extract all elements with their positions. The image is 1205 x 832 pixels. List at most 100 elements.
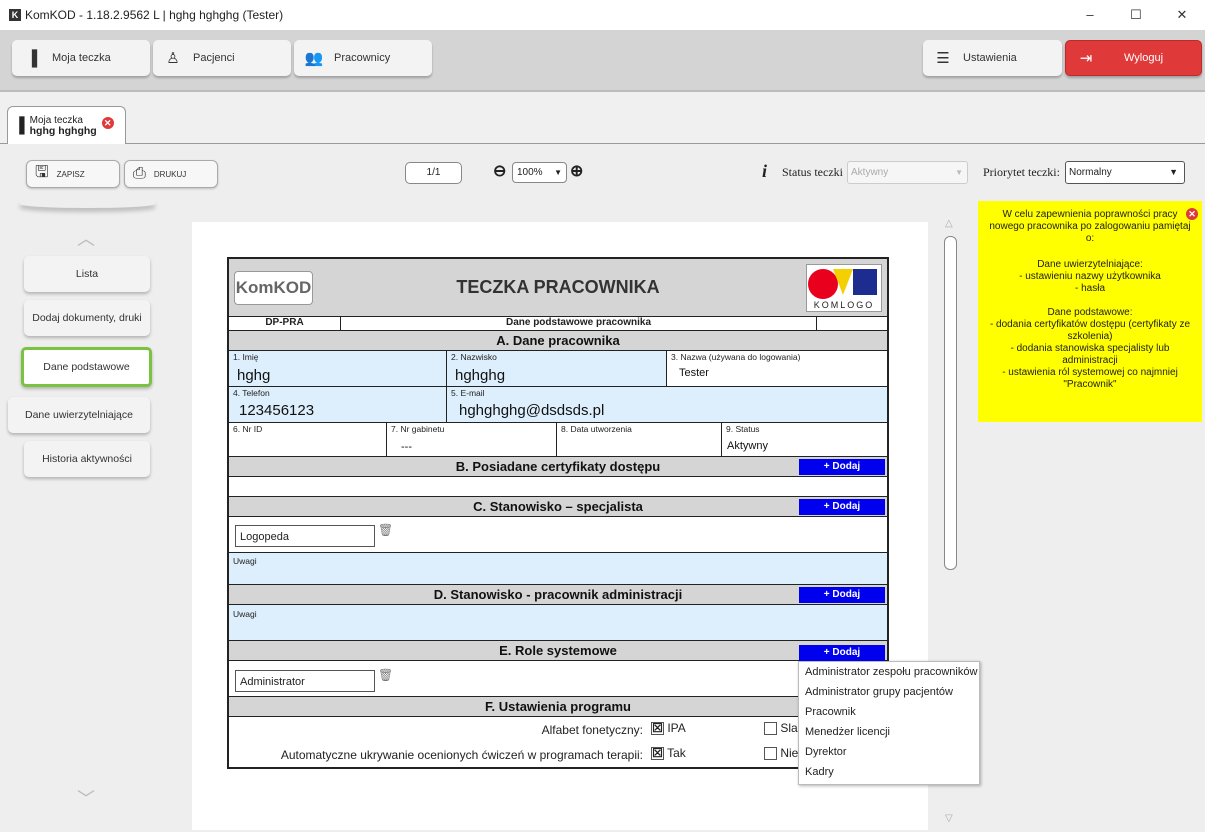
specialist-input[interactable]: Logopeda [235, 525, 375, 547]
info-note: ✕ W celu zapewnienia poprawności pracy n… [978, 201, 1202, 422]
info-text: Dane uwierzytelniające: [1037, 259, 1143, 270]
checked-box-icon: ☒ [651, 746, 664, 761]
dropdown-item[interactable]: Administrator grupy pacjentów [799, 682, 979, 702]
priority-value: Normalny [1069, 167, 1112, 178]
sidebar-item-dodaj-dokumenty[interactable]: Dodaj dokumenty, druki [24, 300, 150, 336]
save-button[interactable]: 🖫 ZAPISZ [26, 160, 120, 188]
komlogo-text: KOMLOGO [814, 300, 875, 310]
dropdown-item[interactable]: Kadry [799, 762, 979, 782]
info-text: - dodania certyfikatów dostępu (certyfik… [989, 319, 1191, 342]
form-code: DP-PRA [229, 317, 341, 330]
last-name-field[interactable]: 2. Nazwisko hghghg [447, 351, 667, 386]
chevron-down-icon: ▼ [554, 168, 562, 177]
alphabet-sla-option[interactable]: Sla [764, 721, 798, 736]
field-label: 5. E-mail [451, 388, 485, 398]
save-icon: 🖫 [35, 163, 49, 181]
add-certificate-button[interactable]: + Dodaj [799, 459, 885, 475]
field-value: hghg [237, 367, 271, 384]
print-button[interactable]: ⎙ DRUKUJ [124, 160, 218, 188]
sidebar-item-dane-podstawowe[interactable]: Dane podstawowe [21, 347, 152, 387]
add-admin-position-button[interactable]: + Dodaj [799, 587, 885, 603]
sidebar-item-historia-aktywnosci[interactable]: Historia aktywności [24, 441, 150, 477]
add-role-button[interactable]: + Dodaj [799, 645, 885, 661]
section-a-header: A. Dane pracownika [229, 331, 887, 351]
section-title: B. Posiadane certyfikaty dostępu [455, 459, 661, 474]
auto-hide-tak-option[interactable]: ☒ Tak [651, 746, 686, 761]
section-title: F. Ustawienia programu [485, 699, 631, 714]
unchecked-box-icon [764, 747, 777, 761]
field-label: Uwagi [233, 609, 257, 619]
info-text: - ustawieniu nazwy użytkownika [1019, 271, 1161, 282]
zoom-select[interactable]: 100% ▼ [512, 162, 567, 183]
field-value: hghghghg@dsdsds.pl [459, 402, 605, 419]
trash-icon[interactable]: 🗑 [378, 668, 393, 682]
scroll-down-arrow-icon[interactable]: ▽ [945, 813, 953, 824]
dropdown-item[interactable]: Dyrektor [799, 742, 979, 762]
trash-icon[interactable]: 🗑 [378, 523, 393, 537]
form-row-contact: 4. Telefon 123456123 5. E-mail hghghghg@ds… [229, 387, 887, 423]
scroll-down-icon[interactable]: ﹀ [77, 785, 95, 811]
app-icon: K [9, 9, 21, 21]
zoom-in-icon[interactable]: ⊕ [570, 161, 583, 181]
nr-id-field: 6. Nr ID [229, 423, 387, 456]
info-text: - dodania stanowiska specjalisty lub adm… [1010, 343, 1170, 366]
form-subtitle: Dane podstawowe pracownika [341, 317, 817, 330]
zoom-out-icon[interactable]: ⊖ [493, 161, 506, 181]
sidebar-item-dane-uwierzytelniajace[interactable]: Dane uwierzytelniające [8, 397, 150, 433]
status-select: Aktywny ▼ [847, 161, 968, 184]
phone-field[interactable]: 4. Telefon 123456123 [229, 387, 447, 422]
close-note-icon[interactable]: ✕ [1186, 208, 1198, 220]
nav-ustawienia-button[interactable]: ☰ Ustawienia [923, 40, 1062, 76]
scroll-up-icon[interactable]: ︿ [77, 225, 95, 251]
email-field[interactable]: 5. E-mail hghghghg@dsdsds.pl [447, 387, 887, 422]
field-value: Aktywny [727, 440, 768, 452]
info-icon: i [762, 161, 768, 181]
alphabet-ipa-option[interactable]: ☒ IPA [651, 721, 686, 736]
nav-label: Pracownicy [334, 52, 391, 64]
priority-select[interactable]: Normalny ▼ [1065, 161, 1185, 184]
nav-moja-teczka-button[interactable]: ▐ Moja teczka [12, 40, 150, 76]
close-tab-icon[interactable]: ✕ [101, 116, 114, 129]
field-label: 1. Imię [233, 352, 259, 362]
print-label: DRUKUJ [153, 169, 187, 179]
section-e-header: E. Role systemowe [229, 641, 887, 661]
nav-label: Ustawienia [963, 52, 1017, 64]
maximize-button[interactable]: ☐ [1113, 0, 1159, 30]
auto-hide-nie-option[interactable]: Nie [764, 746, 799, 761]
nav-pacjenci-button[interactable]: ♙ Pacjenci [153, 40, 291, 76]
specialist-notes-field[interactable]: Uwagi [229, 553, 887, 585]
admin-notes-field[interactable]: Uwagi [229, 605, 887, 641]
dropdown-item[interactable]: Administrator zespołu pracowników [799, 662, 979, 682]
alphabet-setting-row: Alfabet fonetyczny: ☒ IPA Sla [229, 721, 887, 743]
minimize-button[interactable]: – [1067, 0, 1113, 30]
document-scrollbar[interactable] [944, 236, 957, 570]
nav-label: Wyloguj [1124, 52, 1164, 64]
add-specialist-button[interactable]: + Dodaj [799, 499, 885, 515]
alphabet-label: Alfabet fonetyczny: [541, 723, 643, 737]
role-input[interactable]: Administrator [235, 670, 375, 692]
form-code-row: DP-PRA Dane podstawowe pracownika [229, 317, 887, 331]
nav-pracownicy-button[interactable]: 👥 Pracownicy [294, 40, 432, 76]
save-label: ZAPISZ [56, 169, 85, 179]
tab-moja-teczka[interactable]: ▐ Moja teczka hghg hghghg ✕ [7, 106, 126, 144]
folder-icon: ▐ [26, 49, 38, 67]
info-text: - ustawienia ról systemowej co najmniej … [1002, 367, 1178, 390]
dropdown-item[interactable]: Pracownik [799, 702, 979, 722]
users-icon: 👥 [304, 50, 324, 67]
option-label: Tak [667, 746, 686, 760]
close-window-button[interactable]: ✕ [1159, 0, 1205, 30]
chevron-down-icon: ▼ [955, 168, 963, 177]
dropdown-item[interactable]: Menedżer licencji [799, 722, 979, 742]
scroll-up-arrow-icon[interactable]: △ [945, 218, 953, 229]
sidebar-top-shadow [20, 200, 155, 208]
window-titlebar: K KomKOD - 1.18.2.9562 L | hghg hghghg (… [0, 0, 1205, 30]
section-title: D. Stanowisko - pracownik administracji [433, 587, 683, 602]
employee-form: KomKOD TECZKA PRACOWNIKA KOMLOGO DP-PRA … [227, 257, 889, 769]
logout-button[interactable]: ⇥ Wyloguj [1065, 40, 1202, 76]
form-row-names: 1. Imię hghg 2. Nazwisko hghghg 3. Nazwa (… [229, 351, 887, 387]
first-name-field[interactable]: 1. Imię hghg [229, 351, 447, 386]
info-text: Dane podstawowe: [1047, 307, 1133, 318]
sidebar-item-lista[interactable]: Lista [24, 256, 150, 292]
page-indicator: 1/1 [405, 162, 462, 184]
option-label: Nie [780, 746, 799, 760]
